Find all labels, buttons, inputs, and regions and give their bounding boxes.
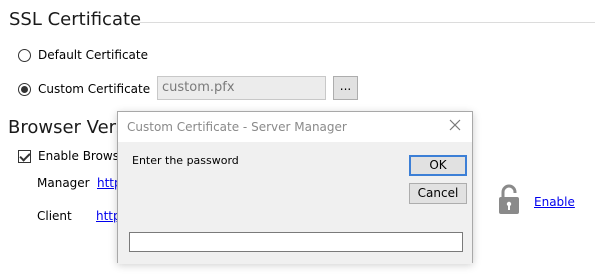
custom-certificate-radio[interactable] [18, 82, 31, 96]
custom-certificate-label: Custom Certificate [38, 82, 151, 96]
default-certificate-radio[interactable] [18, 48, 31, 62]
cancel-button[interactable]: Cancel [409, 183, 467, 204]
enable-browser-option[interactable]: Enable Browser [18, 149, 131, 163]
password-dialog: Custom Certificate - Server Manager Ente… [117, 111, 473, 264]
enable-link[interactable]: Enable [534, 195, 575, 209]
browse-certificate-button[interactable]: ... [333, 76, 358, 100]
client-label: Client [37, 209, 72, 223]
ssl-section-title: SSL Certificate [9, 9, 142, 30]
ssl-section-divider [140, 22, 595, 23]
password-input[interactable] [129, 232, 463, 252]
default-certificate-label: Default Certificate [38, 48, 148, 62]
default-certificate-option[interactable]: Default Certificate [18, 48, 148, 62]
close-icon[interactable] [448, 118, 462, 132]
dialog-titlebar[interactable]: Custom Certificate - Server Manager [118, 112, 472, 142]
manager-label: Manager [37, 176, 90, 190]
password-prompt: Enter the password [132, 154, 239, 167]
enable-browser-checkbox[interactable] [18, 149, 31, 163]
dialog-title: Custom Certificate - Server Manager [127, 120, 347, 134]
custom-certificate-option[interactable]: Custom Certificate [18, 82, 150, 96]
custom-certificate-file-field[interactable]: custom.pfx [157, 76, 326, 100]
padlock-icon [499, 184, 519, 214]
ok-button[interactable]: OK [409, 155, 467, 176]
dialog-body: Enter the password OK Cancel [118, 142, 472, 264]
